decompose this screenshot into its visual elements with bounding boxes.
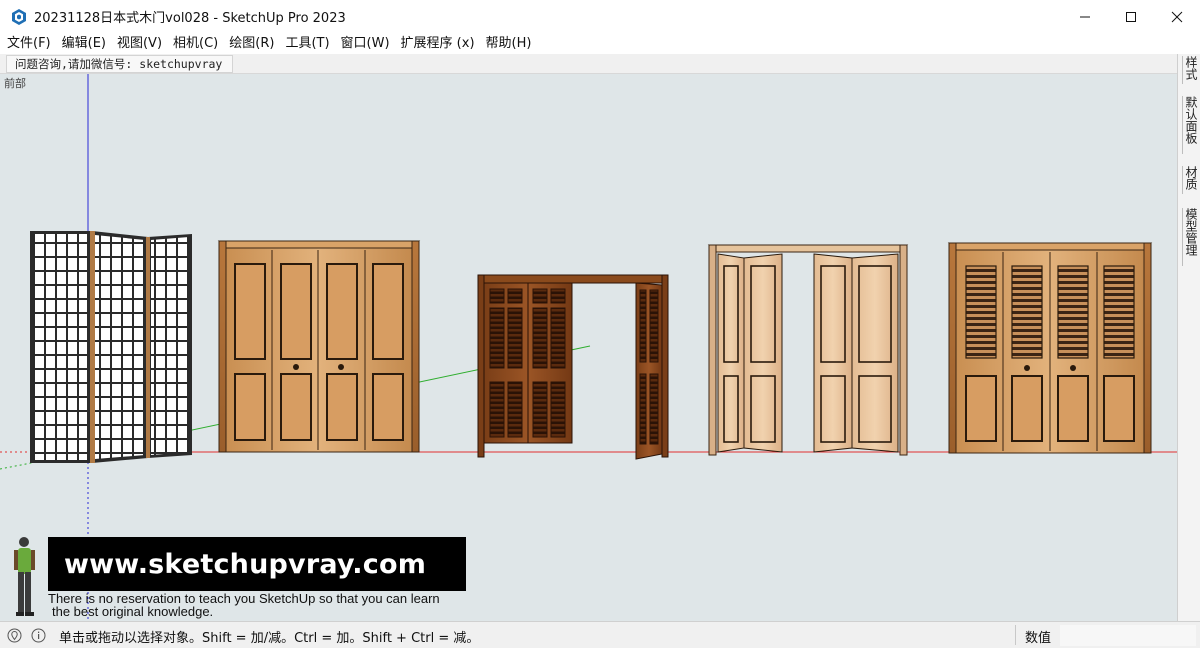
status-bar: 单击或拖动以选择对象。Shift = 加/减。Ctrl = 加。Shift + …	[0, 621, 1200, 648]
maximize-button[interactable]	[1108, 0, 1154, 33]
geolocation-icon[interactable]	[7, 628, 22, 643]
status-separator	[1015, 625, 1016, 645]
shoji-screen-model[interactable]	[30, 231, 192, 463]
toolbar-note: 问题咨询,请加微信号: sketchupvray	[6, 55, 234, 73]
close-icon	[1171, 11, 1183, 22]
measurements-label: 数值	[1025, 631, 1052, 646]
menu-bar: 文件(F) 编辑(E) 视图(V) 相机(C) 绘图(R) 工具(T) 窗口(W…	[0, 33, 1200, 54]
tray-tab-styles[interactable]: 样式	[1182, 56, 1198, 84]
menu-extensions[interactable]: 扩展程序 (x)	[395, 33, 480, 54]
default-tray: 样式 默认面板 材质 模型管理	[1177, 54, 1200, 621]
menu-camera[interactable]: 相机(C)	[167, 33, 223, 54]
measurements-input[interactable]	[1060, 625, 1196, 646]
banner-url: www.sketchupvray.com	[64, 548, 427, 580]
title-bar: 20231128日本式木门vol028 - SketchUp Pro 2023	[0, 0, 1200, 33]
view-name-label: 前部	[4, 77, 26, 90]
banner-tagline-line-2: the best original knowledge.	[52, 604, 214, 619]
info-icon[interactable]	[31, 628, 46, 643]
window-title: 20231128日本式木门vol028 - SketchUp Pro 2023	[34, 11, 346, 26]
tray-tab-model-manager[interactable]: 模型管理	[1182, 208, 1198, 266]
menu-tools[interactable]: 工具(T)	[279, 33, 334, 54]
light-bifold-door-model[interactable]	[707, 244, 909, 456]
maximize-icon	[1126, 11, 1136, 22]
louvered-door-model[interactable]	[947, 242, 1153, 454]
menu-edit[interactable]: 编辑(E)	[56, 33, 111, 54]
minimize-icon	[1080, 16, 1090, 17]
menu-window[interactable]: 窗口(W)	[335, 33, 395, 54]
four-panel-door-model[interactable]	[217, 240, 421, 453]
tray-tab-materials[interactable]: 材质	[1182, 166, 1198, 194]
sketchup-window: 20231128日本式木门vol028 - SketchUp Pro 2023 …	[0, 0, 1200, 648]
close-button[interactable]	[1154, 0, 1200, 33]
banner-tagline: There is no reservation to teach you Ske…	[48, 592, 478, 618]
toolbar-strip: 问题咨询,请加微信号: sketchupvray	[0, 54, 1177, 74]
scale-figure-person[interactable]	[8, 534, 42, 620]
window-controls	[1062, 0, 1200, 33]
menu-file[interactable]: 文件(F)	[0, 33, 56, 54]
minimize-button[interactable]	[1062, 0, 1108, 33]
menu-draw[interactable]: 绘图(R)	[223, 33, 279, 54]
watermark-banner: www.sketchupvray.com	[48, 537, 466, 591]
status-hint: 单击或拖动以选择对象。Shift = 加/减。Ctrl = 加。Shift + …	[59, 631, 480, 646]
sketchup-app-icon	[12, 8, 26, 25]
menu-help[interactable]: 帮助(H)	[480, 33, 537, 54]
menu-view[interactable]: 视图(V)	[111, 33, 167, 54]
carved-bifold-door-model[interactable]	[477, 274, 669, 460]
tray-tab-default-panel[interactable]: 默认面板	[1182, 96, 1198, 154]
